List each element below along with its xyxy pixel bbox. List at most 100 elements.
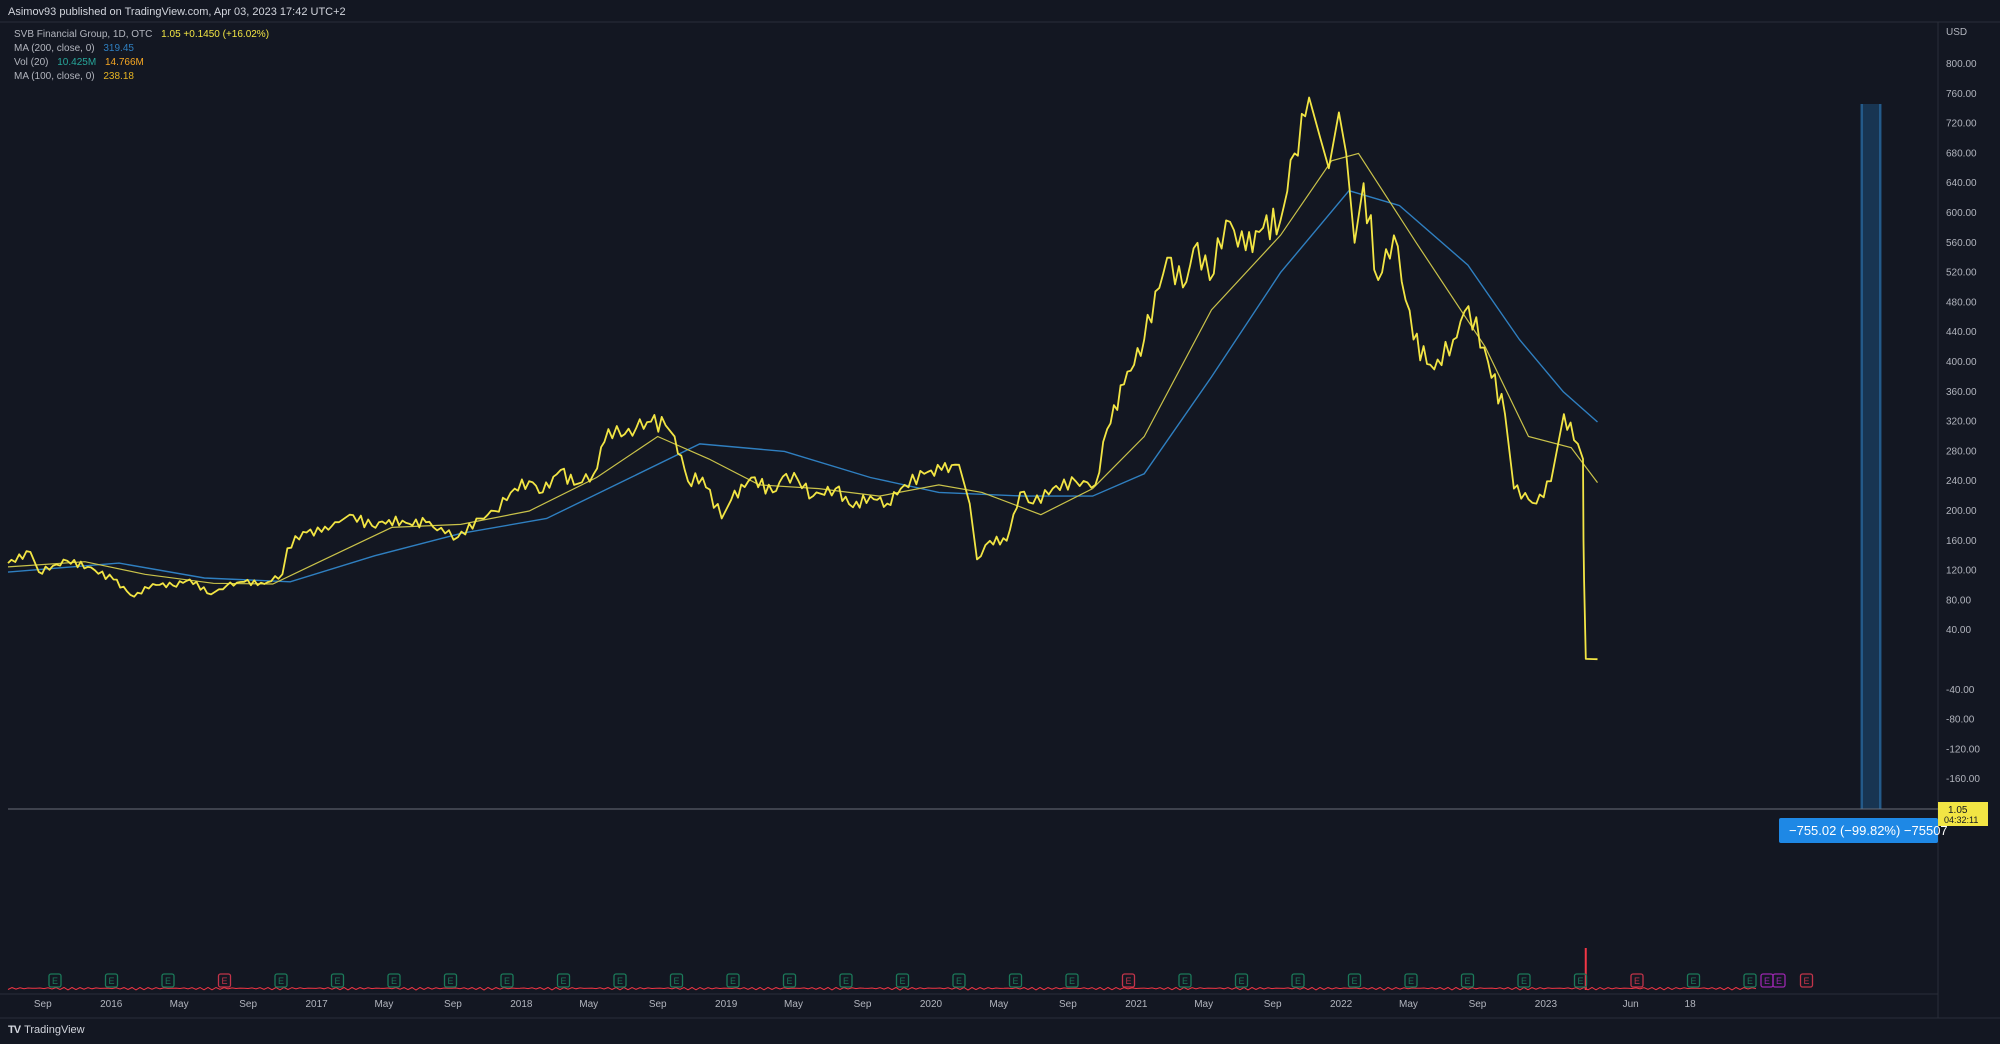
earnings-marker[interactable]: E bbox=[1686, 973, 1701, 988]
earnings-marker[interactable]: E bbox=[1630, 973, 1644, 988]
price-tick-label: 560.00 bbox=[1946, 238, 1977, 249]
earnings-marker[interactable]: E bbox=[48, 973, 62, 988]
time-tick-label: 2021 bbox=[1125, 999, 1148, 1010]
earnings-marker-label: E bbox=[1182, 976, 1188, 986]
time-tick-label: May bbox=[374, 999, 393, 1010]
earnings-marker[interactable]: E bbox=[104, 973, 119, 988]
footer[interactable]: TV TradingView bbox=[8, 1024, 85, 1036]
price-chart[interactable]: 800.00 760.00 720.00 680.00 640.00 600.00 560.… bbox=[0, 0, 2000, 1044]
earnings-marker[interactable]: E bbox=[1799, 973, 1814, 988]
price-tick-label: 480.00 bbox=[1946, 297, 1977, 308]
earnings-marker-label: E bbox=[334, 976, 340, 986]
earnings-marker[interactable]: E bbox=[500, 973, 514, 988]
price-line bbox=[7, 96, 1598, 661]
earnings-marker[interactable]: E bbox=[330, 973, 345, 988]
earnings-marker[interactable]: E bbox=[1065, 973, 1079, 988]
time-tick-label: Sep bbox=[854, 999, 872, 1010]
earnings-marker-label: E bbox=[956, 976, 962, 986]
earnings-marker[interactable]: E bbox=[274, 973, 288, 988]
earnings-marker-label: E bbox=[1747, 976, 1753, 986]
price-tick-label: 240.00 bbox=[1946, 476, 1977, 487]
earnings-marker-label: E bbox=[1764, 976, 1770, 986]
volume-bars bbox=[7, 986, 1757, 991]
earnings-marker[interactable]: E bbox=[556, 973, 571, 988]
time-axis[interactable]: Sep 2016 May Sep 2017 May Sep 2018 May Sep 2019 May… bbox=[34, 999, 1696, 1010]
earnings-marker[interactable]: E bbox=[1573, 973, 1588, 988]
time-tick-label: 2020 bbox=[920, 999, 943, 1010]
earnings-marker[interactable]: E bbox=[1008, 973, 1023, 988]
price-axis[interactable]: 800.00 760.00 720.00 680.00 640.00 600.00 560.… bbox=[1946, 59, 1980, 785]
price-tick-label: 360.00 bbox=[1946, 387, 1977, 398]
price-tick-label: 400.00 bbox=[1946, 357, 1977, 368]
earnings-marker[interactable]: E bbox=[952, 973, 966, 988]
tradingview-logo-icon: TV bbox=[8, 1024, 21, 1036]
earnings-marker[interactable]: E bbox=[895, 973, 910, 988]
time-tick-label: Jun bbox=[1623, 999, 1639, 1010]
earnings-marker[interactable]: E bbox=[613, 973, 627, 988]
price-tick-label: 600.00 bbox=[1946, 208, 1977, 219]
earnings-marker-label: E bbox=[1577, 976, 1583, 986]
earnings-marker[interactable]: E bbox=[726, 973, 740, 988]
earnings-marker[interactable]: E bbox=[1291, 973, 1305, 988]
measure-range-highlight bbox=[1860, 104, 1882, 809]
earnings-marker[interactable]: E bbox=[387, 973, 401, 988]
time-tick-label: May bbox=[170, 999, 189, 1010]
time-tick-label: 2023 bbox=[1535, 999, 1558, 1010]
earnings-marker[interactable]: E bbox=[1760, 973, 1774, 988]
earnings-markers[interactable]: E E E E E E E E E E E E E E E E E E E E E E E E E E E E E E E EE E bbox=[48, 973, 1814, 988]
earnings-marker[interactable]: E bbox=[1178, 973, 1192, 988]
earnings-marker[interactable]: E bbox=[782, 973, 797, 988]
earnings-marker-label: E bbox=[1238, 976, 1244, 986]
earnings-marker-label: E bbox=[1295, 976, 1301, 986]
time-tick-label: Sep bbox=[239, 999, 257, 1010]
earnings-marker[interactable]: E bbox=[669, 973, 684, 988]
earnings-marker[interactable]: E bbox=[1517, 973, 1531, 988]
time-tick-label: 2022 bbox=[1330, 999, 1353, 1010]
time-tick-label: May bbox=[1194, 999, 1213, 1010]
earnings-marker-label: E bbox=[504, 976, 510, 986]
earnings-marker-label: E bbox=[1521, 976, 1527, 986]
price-tick-label: 40.00 bbox=[1946, 625, 1971, 636]
earnings-marker[interactable]: E bbox=[1772, 973, 1786, 988]
time-tick-label: Sep bbox=[1469, 999, 1487, 1010]
earnings-marker[interactable]: E bbox=[443, 973, 458, 988]
earnings-marker[interactable]: E bbox=[217, 973, 232, 988]
footer-brand: TradingView bbox=[24, 1024, 85, 1036]
earnings-marker-label: E bbox=[1125, 976, 1131, 986]
price-tick-label: 760.00 bbox=[1946, 89, 1977, 100]
price-tick-label: 800.00 bbox=[1946, 59, 1977, 70]
earnings-marker-label: E bbox=[1012, 976, 1018, 986]
time-tick-label: 2016 bbox=[100, 999, 123, 1010]
earnings-marker[interactable]: E bbox=[1347, 973, 1362, 988]
earnings-marker[interactable]: E bbox=[1460, 973, 1475, 988]
time-tick-label: 2017 bbox=[305, 999, 328, 1010]
earnings-marker-label: E bbox=[165, 976, 171, 986]
earnings-marker-label: E bbox=[673, 976, 679, 986]
earnings-marker[interactable]: E bbox=[161, 973, 175, 988]
price-tick-label: 80.00 bbox=[1946, 595, 1971, 606]
earnings-marker[interactable]: E bbox=[1743, 973, 1757, 988]
last-price-countdown: 04:32:11 bbox=[1944, 815, 1978, 825]
price-tick-label: 200.00 bbox=[1946, 506, 1977, 517]
time-tick-label: Sep bbox=[1059, 999, 1077, 1010]
chart-window: Asimov93 published on TradingView.com, A… bbox=[0, 0, 2000, 1044]
measure-tool[interactable]: −755.02 (−99.82%) −75507 bbox=[1779, 818, 1948, 843]
earnings-marker[interactable]: E bbox=[1234, 973, 1249, 988]
earnings-marker[interactable]: E bbox=[1404, 973, 1418, 988]
earnings-marker-label: E bbox=[560, 976, 566, 986]
time-tick-label: May bbox=[784, 999, 803, 1010]
price-tick-label: -80.00 bbox=[1946, 715, 1975, 726]
price-tick-label: 680.00 bbox=[1946, 148, 1977, 159]
earnings-marker[interactable]: E bbox=[839, 973, 853, 988]
time-tick-label: Sep bbox=[34, 999, 52, 1010]
price-tick-label: -160.00 bbox=[1946, 774, 1980, 785]
volume-pane bbox=[7, 948, 1757, 991]
earnings-marker-label: E bbox=[1408, 976, 1414, 986]
measure-label: −755.02 (−99.82%) −75507 bbox=[1789, 823, 1948, 838]
price-tick-label: 320.00 bbox=[1946, 417, 1977, 428]
time-tick-label: May bbox=[579, 999, 598, 1010]
earnings-marker-label: E bbox=[221, 976, 227, 986]
price-tick-label: 440.00 bbox=[1946, 327, 1977, 338]
currency-label: USD bbox=[1946, 27, 1967, 38]
earnings-marker[interactable]: E bbox=[1121, 973, 1136, 988]
